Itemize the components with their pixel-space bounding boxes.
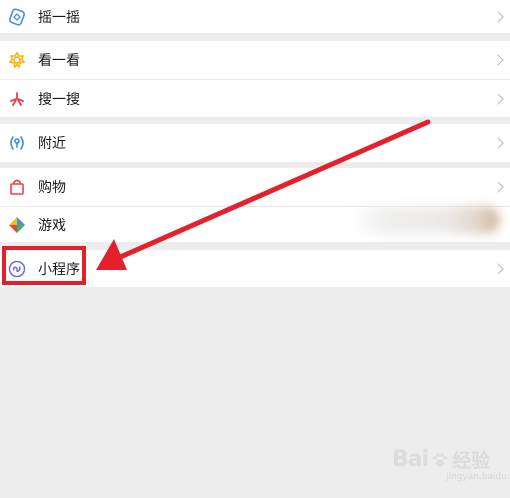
menu-item-shake[interactable]: 摇一摇 [0, 0, 510, 33]
menu-item-label: 搜一搜 [38, 91, 80, 108]
watermark: Bai 经验 jingyan.baidu.com [392, 446, 510, 482]
menu-item-search[interactable]: 搜一搜 [0, 80, 510, 117]
menu-item-nearby[interactable]: 附近 [0, 124, 510, 162]
menu-item-label: 摇一摇 [38, 9, 80, 26]
paw-icon [433, 452, 447, 466]
look-icon [7, 50, 27, 70]
chevron-right-icon [492, 262, 504, 275]
menu-item-look[interactable]: 看一看 [0, 41, 510, 79]
chevron-right-icon [492, 10, 504, 23]
menu-item-label: 附近 [38, 136, 66, 152]
nearby-icon [7, 133, 27, 153]
game-icon [7, 215, 27, 235]
watermark-text: 经验 [452, 450, 491, 472]
chevron-right-icon [492, 181, 504, 193]
search-icon [7, 89, 27, 109]
highlight-box [2, 246, 86, 285]
shake-icon [7, 7, 27, 27]
shopping-bag-icon [7, 177, 27, 197]
menu-item-label: 看一看 [38, 53, 80, 69]
chevron-right-icon [492, 54, 504, 66]
chevron-right-icon [492, 92, 504, 105]
menu-item-games[interactable]: 游戏 [0, 206, 510, 242]
menu-item-label: 购物 [38, 180, 66, 196]
watermark-url: jingyan.baidu.com [446, 472, 510, 482]
menu-item-shopping[interactable]: 购物 [0, 168, 510, 206]
watermark-brand: Bai [392, 447, 429, 472]
blurred-game-banner [352, 206, 500, 234]
chevron-right-icon [492, 137, 504, 149]
menu-item-label: 游戏 [38, 217, 66, 234]
